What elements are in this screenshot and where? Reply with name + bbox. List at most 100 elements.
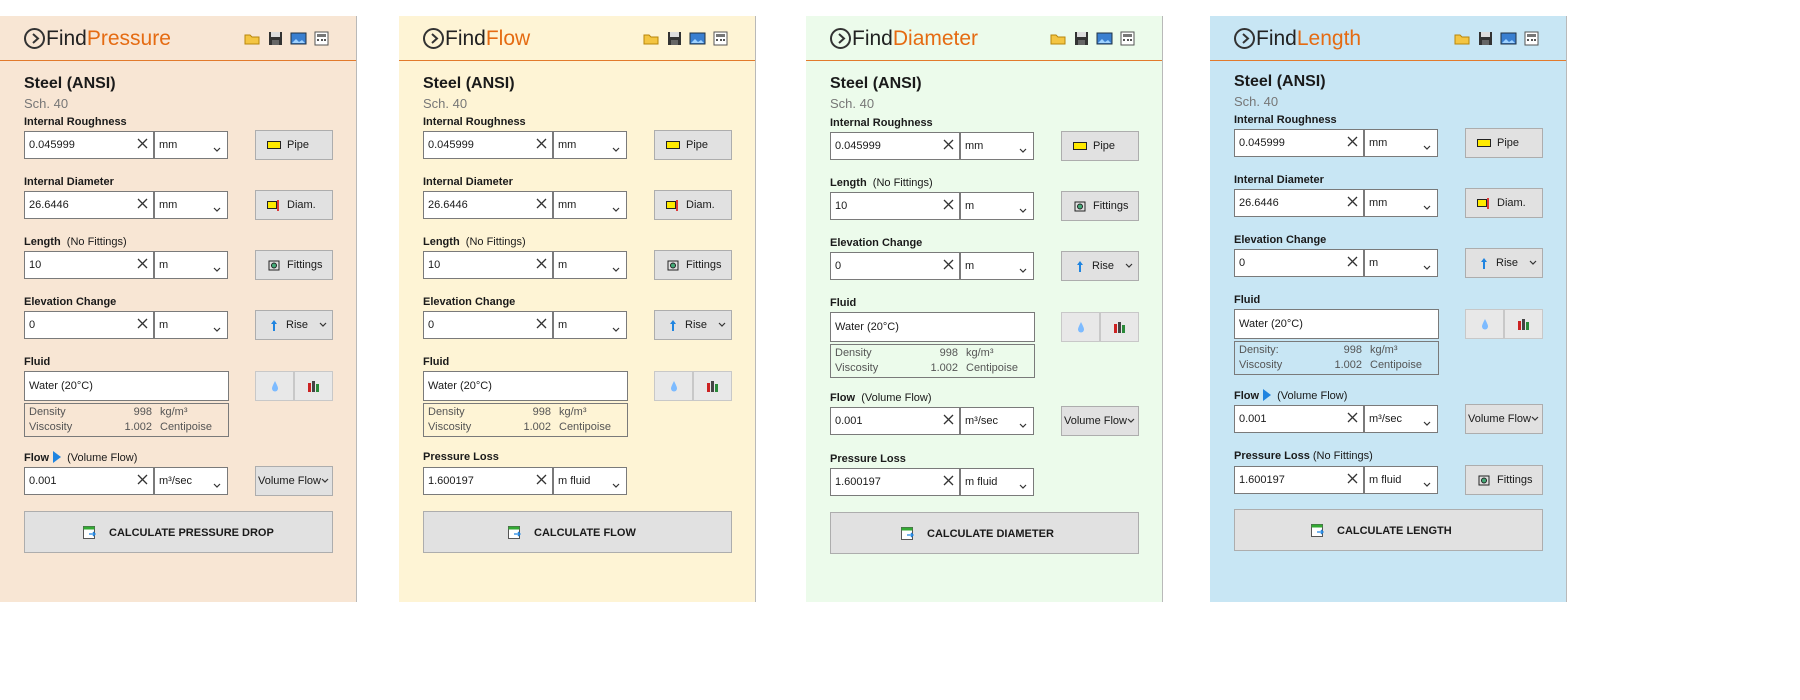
- fluid-field[interactable]: Water (20°C): [830, 312, 1035, 342]
- fittings-button[interactable]: Fittings: [1465, 465, 1543, 495]
- elevation-input[interactable]: 0: [423, 311, 553, 339]
- flow-input[interactable]: 0.001: [1234, 405, 1364, 433]
- pressure-loss-input[interactable]: 1.600197: [423, 467, 553, 495]
- volume-flow-dropdown[interactable]: Volume Flow: [1061, 406, 1139, 436]
- pipe-button[interactable]: Pipe: [255, 130, 333, 160]
- elevation-input[interactable]: 0: [1234, 249, 1364, 277]
- fittings-button[interactable]: Fittings: [255, 250, 333, 280]
- clear-icon[interactable]: [942, 198, 955, 211]
- clear-icon[interactable]: [136, 317, 149, 330]
- pipe-button[interactable]: Pipe: [654, 130, 732, 160]
- clear-icon[interactable]: [1346, 135, 1359, 148]
- fluid-chart-button[interactable]: [1504, 309, 1543, 339]
- diameter-input[interactable]: 26.6446: [24, 191, 154, 219]
- flow-unit-select[interactable]: m³/sec: [154, 467, 228, 495]
- open-folder-icon[interactable]: [1050, 31, 1067, 46]
- pipe-button[interactable]: Pipe: [1465, 128, 1543, 158]
- clear-icon[interactable]: [942, 258, 955, 271]
- rise-dropdown[interactable]: Rise: [654, 310, 732, 340]
- pipe-button[interactable]: Pipe: [1061, 131, 1139, 161]
- clear-icon[interactable]: [1346, 472, 1359, 485]
- flow-arrow-icon[interactable]: [1263, 389, 1272, 401]
- clear-icon[interactable]: [535, 257, 548, 270]
- diameter-input[interactable]: 26.6446: [423, 191, 553, 219]
- length-unit-select[interactable]: m: [154, 251, 228, 279]
- calculate-flow-button[interactable]: CALCULATE FLOW: [423, 511, 732, 553]
- open-folder-icon[interactable]: [1454, 31, 1471, 46]
- roughness-unit-select[interactable]: mm: [960, 132, 1034, 160]
- clear-icon[interactable]: [136, 473, 149, 486]
- roughness-unit-select[interactable]: mm: [553, 131, 627, 159]
- fluid-field[interactable]: Water (20°C): [24, 371, 229, 401]
- clear-icon[interactable]: [942, 413, 955, 426]
- volume-flow-dropdown[interactable]: Volume Flow: [1465, 404, 1543, 434]
- clear-icon[interactable]: [535, 197, 548, 210]
- clear-icon[interactable]: [136, 197, 149, 210]
- diameter-input[interactable]: 26.6446: [1234, 189, 1364, 217]
- pressure-loss-unit-select[interactable]: m fluid: [553, 467, 627, 495]
- water-drop-button[interactable]: [654, 371, 693, 401]
- clear-icon[interactable]: [942, 138, 955, 151]
- water-drop-button[interactable]: [1061, 312, 1100, 342]
- pressure-loss-unit-select[interactable]: m fluid: [960, 468, 1034, 496]
- elevation-unit-select[interactable]: m: [1364, 249, 1438, 277]
- roughness-input[interactable]: 0.045999: [423, 131, 553, 159]
- diameter-unit-select[interactable]: mm: [1364, 189, 1438, 217]
- flow-unit-select[interactable]: m³/sec: [1364, 405, 1438, 433]
- water-drop-button[interactable]: [1465, 309, 1504, 339]
- calculator-icon[interactable]: [313, 31, 330, 46]
- rise-dropdown[interactable]: Rise: [1061, 251, 1139, 281]
- roughness-input[interactable]: 0.045999: [24, 131, 154, 159]
- diameter-button[interactable]: Diam.: [654, 190, 732, 220]
- clear-icon[interactable]: [136, 137, 149, 150]
- calculate-diameter-button[interactable]: CALCULATE DIAMETER: [830, 512, 1139, 554]
- elevation-unit-select[interactable]: m: [960, 252, 1034, 280]
- water-drop-button[interactable]: [255, 371, 294, 401]
- calculator-icon[interactable]: [1523, 31, 1540, 46]
- calculate-length-button[interactable]: CALCULATE LENGTH: [1234, 509, 1543, 551]
- volume-flow-dropdown[interactable]: Volume Flow: [255, 466, 333, 496]
- clear-icon[interactable]: [1346, 195, 1359, 208]
- fluid-chart-button[interactable]: [294, 371, 333, 401]
- roughness-unit-select[interactable]: mm: [154, 131, 228, 159]
- length-input[interactable]: 10: [423, 251, 553, 279]
- clear-icon[interactable]: [1346, 411, 1359, 424]
- save-icon[interactable]: [666, 31, 683, 46]
- fluid-field[interactable]: Water (20°C): [1234, 309, 1439, 339]
- length-input[interactable]: 10: [830, 192, 960, 220]
- elevation-input[interactable]: 0: [24, 311, 154, 339]
- calculate-pressure-drop-button[interactable]: CALCULATE PRESSURE DROP: [24, 511, 333, 553]
- roughness-input[interactable]: 0.045999: [830, 132, 960, 160]
- clear-icon[interactable]: [535, 317, 548, 330]
- elevation-unit-select[interactable]: m: [154, 311, 228, 339]
- length-input[interactable]: 10: [24, 251, 154, 279]
- fluid-field[interactable]: Water (20°C): [423, 371, 628, 401]
- flow-arrow-icon[interactable]: [53, 451, 62, 463]
- clear-icon[interactable]: [1346, 255, 1359, 268]
- clear-icon[interactable]: [535, 473, 548, 486]
- image-icon[interactable]: [290, 31, 307, 46]
- fittings-button[interactable]: Fittings: [654, 250, 732, 280]
- clear-icon[interactable]: [535, 137, 548, 150]
- clear-icon[interactable]: [942, 474, 955, 487]
- pressure-loss-input[interactable]: 1.600197: [1234, 466, 1364, 494]
- diameter-unit-select[interactable]: mm: [154, 191, 228, 219]
- open-folder-icon[interactable]: [643, 31, 660, 46]
- calculator-icon[interactable]: [712, 31, 729, 46]
- flow-input[interactable]: 0.001: [830, 407, 960, 435]
- clear-icon[interactable]: [136, 257, 149, 270]
- elevation-input[interactable]: 0: [830, 252, 960, 280]
- image-icon[interactable]: [1500, 31, 1517, 46]
- calculator-icon[interactable]: [1119, 31, 1136, 46]
- rise-dropdown[interactable]: Rise: [1465, 248, 1543, 278]
- pressure-loss-input[interactable]: 1.600197: [830, 468, 960, 496]
- flow-input[interactable]: 0.001: [24, 467, 154, 495]
- elevation-unit-select[interactable]: m: [553, 311, 627, 339]
- diameter-unit-select[interactable]: mm: [553, 191, 627, 219]
- fittings-button[interactable]: Fittings: [1061, 191, 1139, 221]
- length-unit-select[interactable]: m: [960, 192, 1034, 220]
- diameter-button[interactable]: Diam.: [255, 190, 333, 220]
- save-icon[interactable]: [1477, 31, 1494, 46]
- diameter-button[interactable]: Diam.: [1465, 188, 1543, 218]
- roughness-unit-select[interactable]: mm: [1364, 129, 1438, 157]
